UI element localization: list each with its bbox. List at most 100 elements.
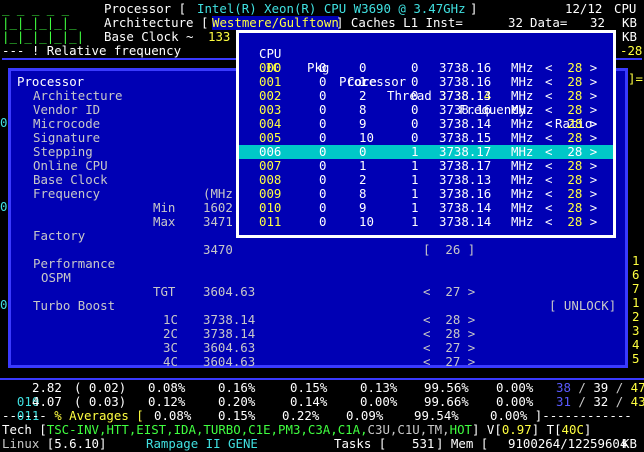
sysinfo-tgt-value: 3604.63 [203,284,256,299]
core-temps: 38 / 39 / 47 [556,380,644,395]
core-pct: 0.13% [360,380,398,395]
core-pct: 0.12% [148,394,186,409]
menu-row-processor[interactable]: 1C Processor 3738.14 MHz < 28 > [239,47,613,131]
sysinfo-max-label: Max [153,214,176,229]
right-mark: 6 [632,267,640,282]
right-tail: -28 [620,43,643,58]
turbo-value: 3604.63 [203,354,256,369]
tasks-count: 531 [412,436,435,451]
mem-label: ] Mem [ [436,436,489,451]
cpu-count: 12/12 [565,1,603,16]
sysinfo-turbo-boost: Turbo Boost [33,298,116,313]
menu-row-cpu[interactable]: 008 0 2 1 3738.13 MHz < 28 > [239,173,613,187]
board-name: Rampage II GENE [146,436,258,451]
menu-row-cpu[interactable]: 011 0 10 1 3738.14 MHz < 28 > [239,215,613,229]
menu-row-cpu[interactable]: 003 0 8 0 3738.16 MHz < 28 > [239,103,613,117]
turbo-value: 3738.14 [203,326,256,341]
core-pct: 0.20% [218,394,256,409]
sysinfo-frequency: Frequency [33,186,101,201]
menu-row-cpu[interactable]: 004 0 9 0 3738.14 MHz < 28 > [239,117,613,131]
avg-pct: 0.15% [218,408,256,423]
logo-line2: |_|_|_|_|_ [2,15,77,30]
core-pct: 0.16% [218,380,256,395]
menu-row-cpu[interactable]: 010 0 9 1 3738.14 MHz < 28 > [239,201,613,215]
sysinfo-factory-ratio: [ 26 ] [423,242,476,257]
l1-data: 32 [590,15,605,30]
kb2: KB [622,29,637,44]
sysinfo-freq-unit: (MHz [203,186,233,201]
core-pct: 0.15% [290,380,328,395]
processor-label: Processor [ [104,1,187,16]
mem-unit: KB [622,436,637,451]
sysinfo-microcode: Microcode [33,116,101,131]
status-line: Linux [5.6.10] [2,436,107,451]
core-pct: 0.08% [148,380,186,395]
tech-line: Tech [TSC-INV,HTT,EIST,IDA,TURBO,C1E,PM3… [2,422,592,437]
turbo-label: 4C [163,354,178,369]
menu-header: CPU Pkg Core Thread Frequency Ratio [239,33,613,131]
avg-pct: 0.22% [282,408,320,423]
core-pct: 0.14% [290,394,328,409]
turbo-value: 3604.63 [203,340,256,355]
turbo-ratio[interactable]: < 28 > [423,313,475,327]
right-mark: 7 [632,281,640,296]
core-pct: 0.00% [496,394,534,409]
relative-frequency-label: --- ! Relative frequency [2,43,182,58]
turbo-ratio[interactable]: < 28 > [423,327,475,341]
averages-row: ------ % Averages [ [2,408,144,423]
l1-data-label: Data= [530,15,568,30]
turbo-value: 3738.14 [203,312,256,327]
tasks-label: Tasks [ [334,436,387,451]
left-mark: 0 [0,297,8,312]
arch-value: Westmere/Gulftown [212,15,339,30]
sysinfo-signature: Signature [33,130,101,145]
cpu-unit: CPU [614,1,637,16]
core-ratio: ( 0.02) [74,380,127,395]
menu-row-cpu[interactable]: 000 0 0 0 3738.16 MHz < 28 > [239,61,613,75]
turbo-label: 3C [163,340,178,355]
mem-value: 9100264/12259604 [508,436,628,451]
core-pct: 99.56% [424,380,469,395]
menu-row-cpu[interactable]: 006 0 0 1 3738.17 MHz < 28 > [239,145,613,159]
sysinfo-factory-value: 3470 [203,242,233,257]
menu-row-cpu[interactable]: 002 0 2 0 3738.13 MHz < 28 > [239,89,613,103]
sysinfo-max-value: 3471 [203,214,233,229]
sysinfo-processor: Processor [17,74,85,89]
sysinfo-stepping: Stepping [33,144,93,159]
processor-close: ] [470,1,478,16]
sysinfo-min-label: Min [153,200,176,215]
avg-pct: 0.09% [346,408,384,423]
sysinfo-base-clock: Base Clock [33,172,108,187]
sysinfo-tgt-ratio[interactable]: < 27 > [423,285,475,299]
menu-row-cpu[interactable]: 001 0 1 0 3738.16 MHz < 28 > [239,75,613,89]
arch-label: Architecture [ [104,15,209,30]
core-temps: 31 / 32 / 43 [556,394,644,409]
left-mark: 0 [0,115,8,130]
menu-row-cpu[interactable]: 005 0 10 0 3738.15 MHz < 28 > [239,131,613,145]
right-mark: ]= [628,71,643,86]
core-pct: 0.00% [496,380,534,395]
sysinfo-unlock[interactable]: [ UNLOCK] [549,299,616,313]
right-mark: 1 [632,295,640,310]
turbo-ratio[interactable]: < 27 > [423,341,475,355]
processor-value: Intel(R) Xeon(R) CPU W3690 @ 3.47GHz [197,1,466,16]
sysinfo-tgt-label: TGT [153,284,176,299]
logo-line1: _ _ _ _ _ [2,1,70,16]
turbo-label: 1C [163,312,178,327]
menu-row-cpu[interactable]: 009 0 8 1 3738.16 MHz < 28 > [239,187,613,201]
core-pct: 0.00% [360,394,398,409]
avg-pct: 99.54% [414,408,459,423]
right-mark: 4 [632,337,640,352]
sysinfo-factory: Factory [33,228,86,243]
avg-pct: 0.08% [154,408,192,423]
left-mark: 0 [0,199,8,214]
right-mark: 1 [632,253,640,268]
sysinfo-vendor-id: Vendor ID [33,102,101,117]
turbo-ratio[interactable]: < 27 > [423,355,475,369]
bclk-value: 133 [208,29,231,44]
kb1: KB [622,15,637,30]
core-pct: 99.66% [424,394,469,409]
menu-row-cpu[interactable]: 007 0 1 1 3738.17 MHz < 28 > [239,159,613,173]
core-freq: 4.07 [32,394,62,409]
sysinfo-performance: Performance [33,256,116,271]
